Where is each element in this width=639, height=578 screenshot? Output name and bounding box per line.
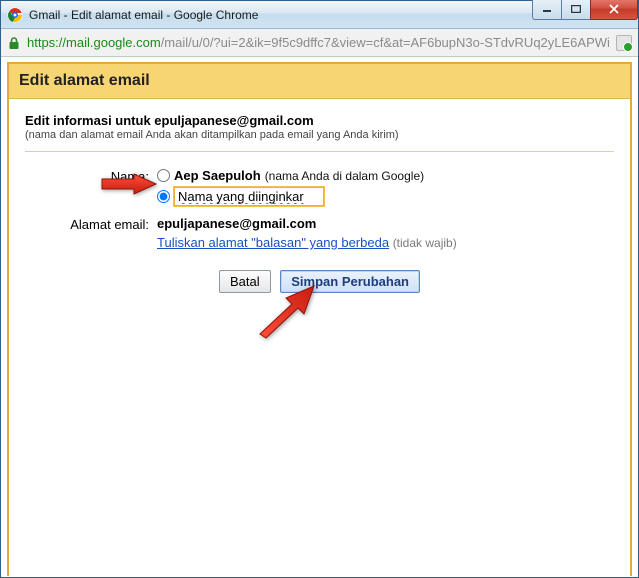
name-custom-radio[interactable]	[157, 190, 170, 203]
url-scheme: https://	[27, 35, 66, 50]
close-button[interactable]	[590, 0, 638, 20]
page-badge-icon[interactable]	[616, 35, 632, 51]
chrome-icon	[7, 7, 23, 23]
save-button[interactable]: Simpan Perubahan	[280, 270, 420, 293]
name-custom-input[interactable]	[174, 187, 324, 206]
cancel-button[interactable]: Batal	[219, 270, 271, 293]
url-host: mail.google.com	[66, 35, 161, 50]
button-row: Batal Simpan Perubahan	[25, 270, 614, 293]
name-google-hint: (nama Anda di dalam Google)	[265, 169, 424, 183]
url-path: /mail/u/0/?ui=2&ik=9f5c9dffc7&view=cf&at…	[161, 35, 610, 50]
page-title: Edit alamat email	[9, 64, 630, 99]
titlebar: Gmail - Edit alamat email - Google Chrom…	[1, 1, 638, 29]
name-google-radio[interactable]	[157, 169, 170, 182]
reply-optional: (tidak wajib)	[393, 236, 457, 250]
email-label: Alamat email:	[25, 216, 157, 232]
window-title: Gmail - Edit alamat email - Google Chrom…	[29, 8, 258, 22]
minimize-button[interactable]	[532, 0, 562, 20]
maximize-button[interactable]	[561, 0, 591, 20]
settings-panel: Edit alamat email Edit informasi untuk e…	[7, 62, 632, 576]
page-content: Edit alamat email Edit informasi untuk e…	[2, 57, 637, 576]
divider	[25, 151, 614, 152]
url-text[interactable]: https://mail.google.com/mail/u/0/?ui=2&i…	[27, 35, 610, 50]
address-bar: https://mail.google.com/mail/u/0/?ui=2&i…	[1, 29, 638, 57]
reply-to-link[interactable]: Tuliskan alamat "balasan" yang berbeda	[157, 235, 389, 250]
email-value: epuljapanese@gmail.com	[157, 216, 614, 231]
window-controls	[533, 0, 638, 20]
chrome-window: Gmail - Edit alamat email - Google Chrom…	[0, 0, 639, 578]
name-label: Nama:	[25, 168, 157, 184]
section-subtitle: (nama dan alamat email Anda akan ditampi…	[25, 129, 614, 141]
lock-icon	[7, 36, 21, 50]
name-google-value: Aep Saepuloh	[174, 168, 261, 183]
section-title: Edit informasi untuk epuljapanese@gmail.…	[25, 113, 614, 128]
